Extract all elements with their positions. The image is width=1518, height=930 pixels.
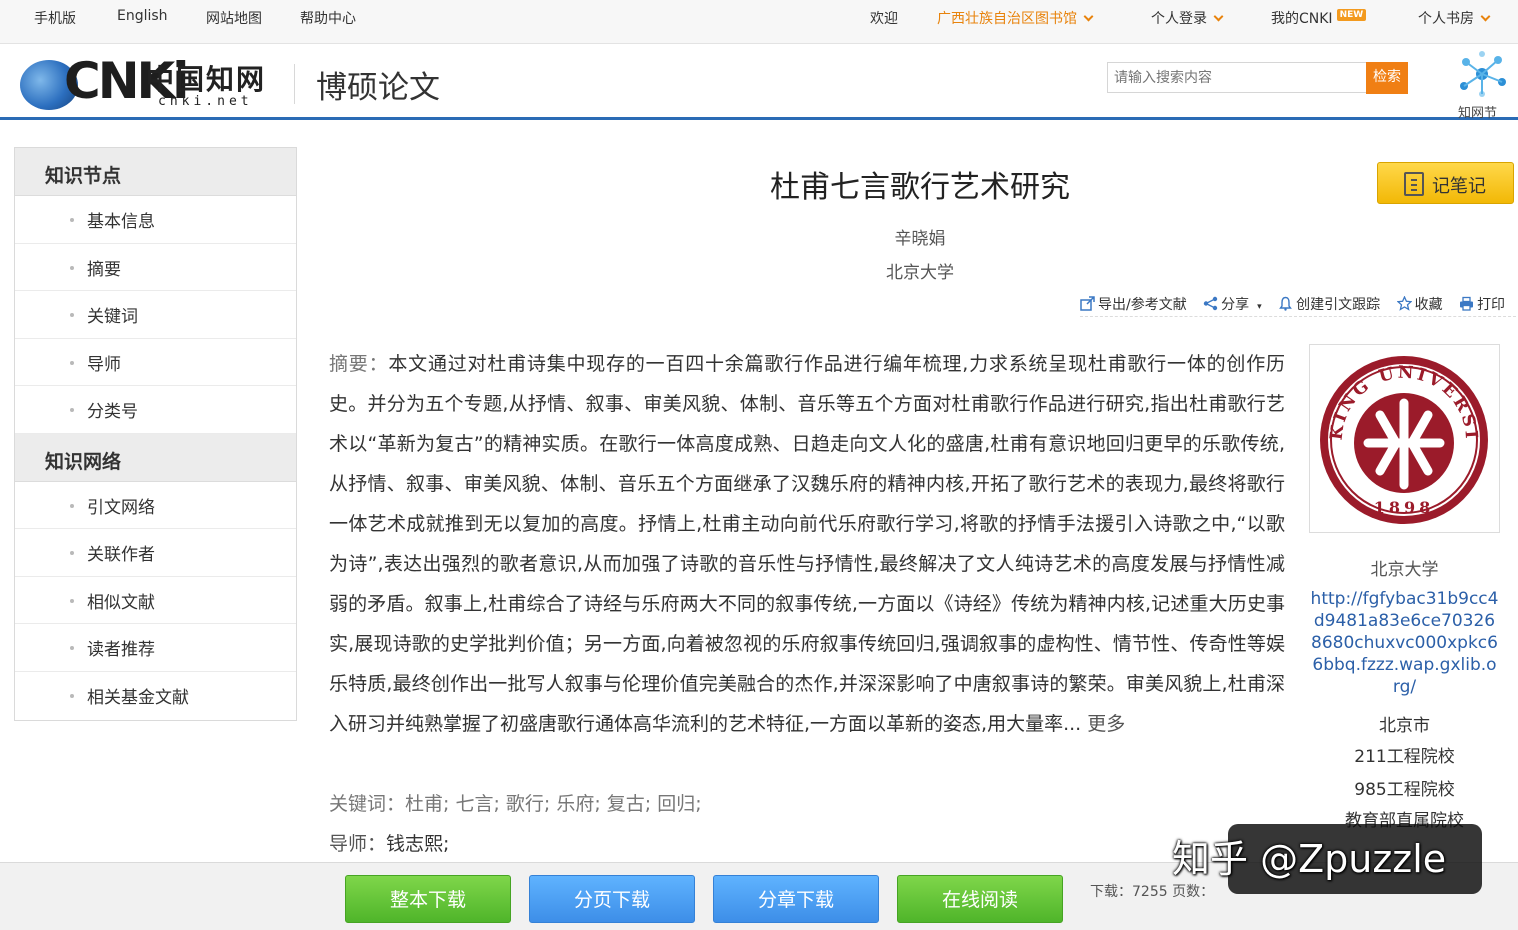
new-badge: NEW	[1336, 9, 1367, 21]
bell-icon	[1278, 296, 1293, 311]
print-label: 打印	[1477, 297, 1506, 313]
login-menu[interactable]: 个人登录	[1151, 8, 1224, 28]
university-url-link[interactable]: http://fgfybac31b9cc4d9481a83e6ce7032686…	[1309, 588, 1500, 698]
share-label: 分享	[1221, 297, 1250, 313]
share-icon	[1203, 296, 1218, 311]
sidebar-item-similar-docs[interactable]: 相似文献	[15, 577, 296, 624]
sidebar-item-keywords[interactable]: 关键词	[15, 291, 296, 339]
search-button[interactable]: 检索	[1366, 62, 1408, 94]
site-header: CNKi 中国知网 cnki.net 博硕论文 检索 知网节	[0, 44, 1518, 121]
abstract-section: 摘要：本文通过对杜甫诗集中现存的一百四十余篇歌行作品进行编年梳理,力求系统呈现杜…	[329, 344, 1285, 744]
university-tag-985: 985工程院校	[1354, 780, 1455, 800]
seal-year: 1898	[1374, 498, 1435, 517]
keywords-label: 关键词：	[329, 793, 406, 815]
abstract-more-link[interactable]: 更多	[1087, 713, 1125, 735]
sidebar-item-reader-recommend[interactable]: 读者推荐	[15, 624, 296, 672]
star-icon	[1396, 295, 1413, 311]
track-citation-button[interactable]: 创建引文跟踪	[1278, 294, 1386, 314]
chevron-down-icon	[1213, 11, 1224, 22]
page-download-button[interactable]: 分页下载	[529, 875, 695, 923]
help-link[interactable]: 帮助中心	[300, 8, 356, 28]
export-button[interactable]: 导出/参考文献	[1080, 294, 1193, 314]
abstract-label: 摘要：	[329, 353, 389, 375]
track-citation-label: 创建引文跟踪	[1296, 297, 1381, 313]
mycnki-label: 我的CNKI	[1271, 11, 1333, 27]
tutor-row: 导师：钱志熙;	[329, 828, 449, 860]
login-label: 个人登录	[1151, 11, 1207, 27]
sidebar-item-citation-network[interactable]: 引文网络	[15, 482, 296, 529]
institution-label: 广西壮族自治区图书馆	[937, 11, 1077, 27]
zhiwangjie-text: 知网节	[1458, 106, 1498, 121]
sidebar-item-related-authors[interactable]: 关联作者	[15, 529, 296, 577]
logo-net-text: cnki.net	[158, 94, 253, 109]
chevron-down-icon	[1083, 11, 1094, 22]
take-note-label: 记笔记	[1432, 176, 1486, 197]
header-divider	[294, 64, 295, 104]
sitemap-link[interactable]: 网站地图	[206, 8, 262, 28]
sidebar-item-basic-info[interactable]: 基本信息	[15, 196, 296, 244]
keywords-row: 关键词：杜甫; 七言; 歌行; 乐府; 复古; 回归;	[329, 788, 702, 820]
section-title: 博硕论文	[316, 70, 440, 106]
sidebar-item-fund-docs[interactable]: 相关基金文献	[15, 672, 296, 720]
share-button[interactable]: 分享 ▾	[1203, 294, 1268, 314]
paper-organization[interactable]: 北京大学	[800, 258, 1040, 283]
peking-university-seal-icon: PEKING UNIVERSITY 1898	[1301, 330, 1488, 524]
bookroom-menu[interactable]: 个人书房	[1418, 8, 1491, 28]
notebook-icon	[1404, 172, 1424, 196]
logo-cn-text: 中国知网	[146, 63, 267, 96]
paper-title: 杜甫七言歌行艺术研究	[770, 170, 1070, 205]
institution-menu[interactable]: 广西壮族自治区图书馆	[937, 8, 1094, 28]
favorite-label: 收藏	[1414, 297, 1443, 313]
search-input[interactable]	[1107, 62, 1367, 93]
english-link[interactable]: English	[117, 8, 168, 24]
printer-icon	[1459, 296, 1474, 311]
export-icon	[1080, 296, 1095, 311]
take-note-button[interactable]: 记笔记	[1377, 162, 1514, 204]
welcome-text: 欢迎	[870, 11, 898, 27]
tool-bar: 导出/参考文献 分享 ▾ 创建引文跟踪 收藏 打印	[1080, 294, 1516, 314]
university-name[interactable]: 北京大学	[1309, 555, 1500, 580]
mobile-link[interactable]: 手机版	[34, 8, 76, 28]
tutor-label: 导师：	[329, 833, 387, 855]
knowledge-nodes-title: 知识节点	[15, 148, 296, 196]
favorite-button[interactable]: 收藏	[1396, 294, 1449, 314]
online-read-button[interactable]: 在线阅读	[897, 875, 1063, 923]
chevron-down-icon	[1480, 11, 1491, 22]
top-bar: 手机版 English 网站地图 帮助中心 欢迎 广西壮族自治区图书馆 个人登录…	[0, 0, 1518, 44]
whole-download-button[interactable]: 整本下载	[345, 875, 511, 923]
tool-divider	[1080, 316, 1516, 317]
paper-author[interactable]: 辛晓娟	[800, 224, 1040, 249]
print-button[interactable]: 打印	[1459, 294, 1511, 314]
tutor-value[interactable]: 钱志熙;	[386, 833, 449, 855]
knowledge-network-title: 知识网络	[15, 433, 296, 482]
keywords-value[interactable]: 杜甫; 七言; 歌行; 乐府; 复古; 回归;	[405, 793, 702, 815]
knowledge-sidebar: 知识节点 基本信息 摘要 关键词 导师 分类号 知识网络 引文网络 关联作者 相…	[14, 147, 297, 721]
university-tag-211: 211工程院校	[1354, 747, 1455, 767]
chapter-download-button[interactable]: 分章下载	[713, 875, 879, 923]
bookroom-label: 个人书房	[1418, 11, 1474, 27]
sidebar-item-tutor[interactable]: 导师	[15, 339, 296, 386]
sidebar-item-classification[interactable]: 分类号	[15, 386, 296, 434]
abstract-text: 本文通过对杜甫诗集中现存的一百四十余篇歌行作品进行编年梳理,力求系统呈现杜甫歌行…	[329, 353, 1285, 735]
cnki-logo[interactable]: CNKi 中国知网 cnki.net	[18, 52, 268, 112]
caret-down-icon: ▾	[1257, 302, 1262, 312]
university-city: 北京市	[1379, 716, 1430, 736]
export-label: 导出/参考文献	[1098, 297, 1187, 313]
sidebar-item-abstract[interactable]: 摘要	[15, 244, 296, 291]
zhihu-watermark: 知乎 @Zpuzzle	[1172, 837, 1447, 881]
mycnki-link[interactable]: 我的CNKI NEW	[1271, 8, 1367, 28]
university-logo: PEKING UNIVERSITY 1898	[1301, 330, 1500, 533]
zhiwangjie-logo: 知网节	[1452, 48, 1512, 121]
download-info: 下载：7255 页数：	[1090, 884, 1215, 900]
